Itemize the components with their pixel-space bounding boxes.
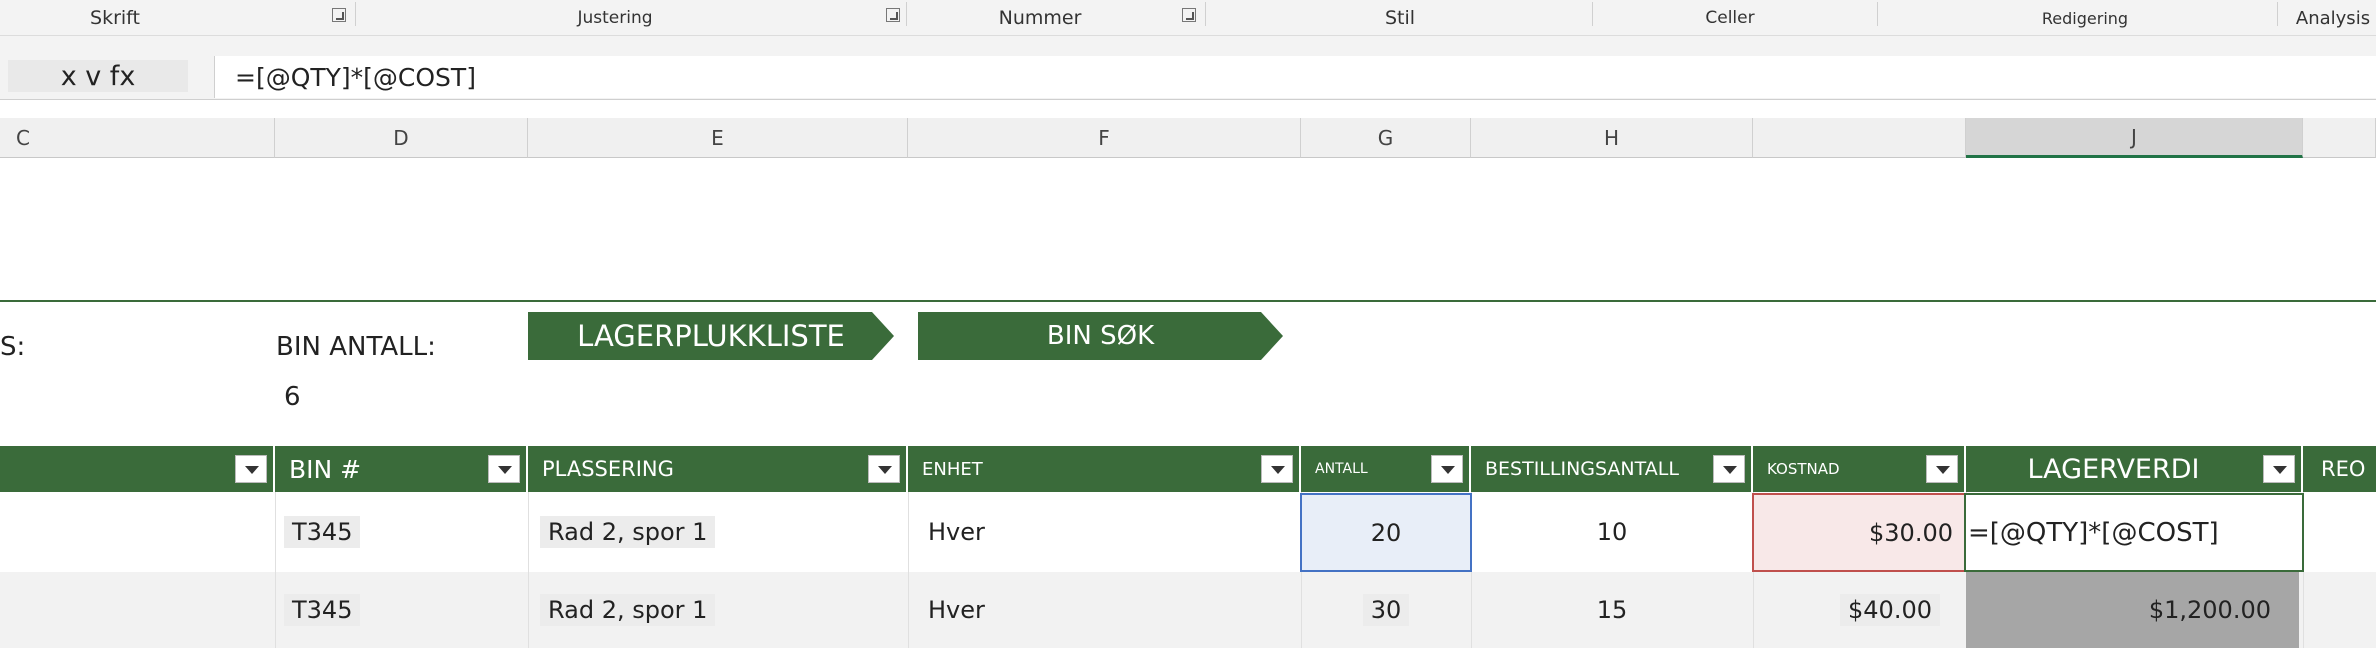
section-divider — [0, 300, 2376, 302]
grid-line — [528, 492, 529, 648]
cell-qty-referenced[interactable]: 20 — [1300, 493, 1472, 572]
formula-in-cell[interactable]: =[@QTY]*[@COST] — [1968, 518, 2219, 548]
filter-dropdown-icon[interactable] — [1261, 455, 1293, 483]
table-header-value: LAGERVERDI — [1966, 446, 2303, 492]
filter-dropdown-icon[interactable] — [1713, 455, 1745, 483]
cell-text: $40.00 — [1840, 594, 1940, 626]
bin-search-button[interactable]: BIN SØK — [918, 312, 1283, 360]
ribbon-group-font[interactable]: Skrift — [40, 0, 190, 36]
grid-line — [275, 492, 276, 648]
font-dialog-launcher-icon[interactable] — [332, 8, 346, 22]
header-label: KOSTNAD — [1767, 460, 1840, 478]
ribbon-separator — [906, 2, 907, 26]
cell-qty[interactable]: 30 — [1301, 572, 1471, 648]
cell-text: 30 — [1362, 594, 1410, 626]
cell-value[interactable]: $1,200.00 — [1966, 572, 2299, 648]
filter-dropdown-icon[interactable] — [868, 455, 900, 483]
ribbon-separator — [1205, 2, 1206, 26]
filter-dropdown-icon[interactable] — [2263, 455, 2295, 483]
alignment-dialog-launcher-icon[interactable] — [886, 8, 900, 22]
ribbon-group-cells[interactable]: Celler — [1660, 0, 1800, 36]
cell-text: Rad 2, spor 1 — [540, 594, 716, 626]
cell-text: T345 — [284, 594, 361, 626]
ribbon-separator — [1592, 2, 1593, 26]
picklist-button[interactable]: LAGERPLUKKLISTE — [528, 312, 894, 360]
cell-unit[interactable]: Hver — [928, 572, 985, 648]
ribbon-group-alignment[interactable]: Justering — [520, 0, 710, 36]
filter-dropdown-icon[interactable] — [1431, 455, 1463, 483]
table-header-qty: ANTALL — [1301, 446, 1471, 492]
column-header-j[interactable]: J — [1966, 118, 2303, 158]
column-header-i[interactable] — [1753, 118, 1966, 158]
ribbon-separator — [1877, 2, 1878, 26]
ribbon-separator — [355, 2, 356, 26]
column-header-h[interactable]: H — [1471, 118, 1753, 158]
cell-text: Rad 2, spor 1 — [540, 516, 716, 548]
cell-order-qty[interactable]: 10 — [1471, 492, 1753, 572]
cell-bin[interactable]: T345 — [284, 492, 361, 572]
table-header-bin: BIN # — [275, 446, 528, 492]
cell-text: $30.00 — [1869, 518, 1953, 547]
ribbon-separator — [2277, 2, 2278, 26]
cell-location[interactable]: Rad 2, spor 1 — [540, 492, 716, 572]
bin-count-value: 6 — [284, 382, 301, 412]
cell-text: 15 — [1596, 596, 1628, 624]
table-header-unit: ENHET — [908, 446, 1301, 492]
cell-text: T345 — [284, 516, 361, 548]
cell-value-editing[interactable]: =[@QTY]*[@COST] — [1964, 493, 2304, 572]
header-label: BIN # — [289, 454, 362, 484]
column-header-g[interactable]: G — [1301, 118, 1471, 158]
cell-text: $1,200.00 — [2148, 596, 2271, 624]
formula-controls[interactable]: x v fx — [8, 60, 188, 92]
header-label: PLASSERING — [542, 457, 674, 481]
bin-label: S: — [0, 332, 26, 362]
cell-cost[interactable]: $40.00 — [1753, 572, 1966, 648]
filter-dropdown-icon[interactable] — [1926, 455, 1958, 483]
table-header-location: PLASSERING — [528, 446, 908, 492]
table-header-sort[interactable] — [0, 446, 275, 492]
cell-cost-referenced[interactable]: $30.00 — [1752, 493, 1967, 572]
cell-bin[interactable]: T345 — [284, 572, 361, 648]
header-label: BESTILLINGSANTALL — [1485, 458, 1679, 480]
header-label: LAGERVERDI — [2027, 453, 2200, 485]
bin-count-label: BIN ANTALL: — [276, 332, 436, 362]
table-header-cost: KOSTNAD — [1753, 446, 1966, 492]
column-header-f[interactable]: F — [908, 118, 1301, 158]
ribbon-group-styles[interactable]: Stil — [1340, 0, 1460, 36]
ribbon-group-number[interactable]: Nummer — [960, 0, 1120, 36]
cell-text: Hver — [928, 518, 985, 546]
ribbon-group-analysis[interactable]: Analysis — [2290, 0, 2376, 36]
sort-filter-dropdown-icon[interactable] — [235, 455, 267, 483]
header-label: REO — [2321, 457, 2366, 481]
formula-input[interactable]: =[@QTY]*[@COST] — [214, 56, 2376, 98]
cell-unit[interactable]: Hver — [928, 492, 985, 572]
cell-order-qty[interactable]: 15 — [1471, 572, 1753, 648]
grid-line — [908, 492, 909, 648]
column-header-k[interactable] — [2303, 118, 2376, 158]
cell-text: 10 — [1596, 518, 1628, 546]
table-header-reorder: REO — [2303, 446, 2376, 492]
cell-location[interactable]: Rad 2, spor 1 — [540, 572, 716, 648]
column-header-c[interactable]: C — [0, 118, 275, 158]
table-header-order-qty: BESTILLINGSANTALL — [1471, 446, 1753, 492]
column-header-e[interactable]: E — [528, 118, 908, 158]
header-label: ANTALL — [1315, 461, 1368, 477]
number-dialog-launcher-icon[interactable] — [1182, 8, 1196, 22]
filter-dropdown-icon[interactable] — [488, 455, 520, 483]
cell-text: 20 — [1370, 518, 1402, 547]
cell-text: Hver — [928, 596, 985, 624]
header-label: ENHET — [922, 458, 983, 480]
ribbon-group-editing[interactable]: Redigering — [2010, 0, 2160, 36]
column-header-d[interactable]: D — [275, 118, 528, 158]
